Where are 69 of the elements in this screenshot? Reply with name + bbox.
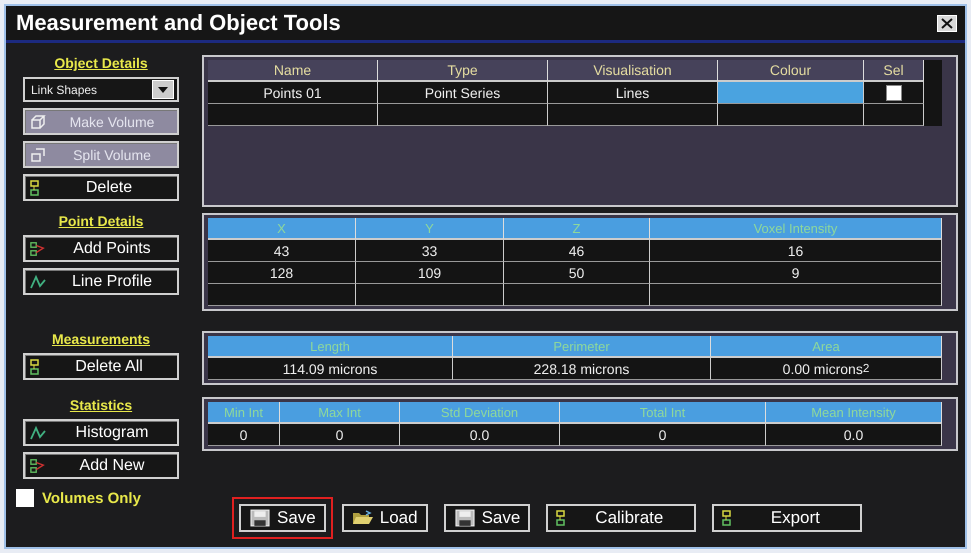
column-header: Length (208, 336, 453, 358)
checkbox[interactable] (16, 489, 34, 507)
footer-button[interactable]: Save (444, 504, 530, 532)
table-cell: 16 (650, 240, 942, 262)
column-header: Min Int (208, 402, 280, 424)
footer-button[interactable]: Save (239, 504, 326, 532)
table-cell: 0 (208, 424, 280, 446)
column-header: Max Int (280, 402, 400, 424)
close-button[interactable] (937, 14, 957, 32)
column-header: X (208, 218, 356, 240)
section-heading: Object Details (54, 55, 148, 71)
column-header: Type (378, 60, 548, 82)
column-header: Perimeter (453, 336, 711, 358)
table-cell: 9 (650, 262, 942, 284)
table-cell: 33 (356, 240, 504, 262)
footer-button[interactable]: Export (712, 504, 862, 532)
column-header: Std Deviation (400, 402, 560, 424)
table-cell: 114.09 microns (208, 358, 453, 380)
column-header: Area (711, 336, 942, 358)
wave-icon (30, 274, 46, 290)
tool-button[interactable]: Add Points (23, 235, 179, 262)
select-checkbox[interactable] (886, 84, 902, 100)
section-heading: Measurements (52, 331, 150, 347)
table-cell: Points 01 (208, 82, 378, 104)
tool-button[interactable]: Add New (23, 452, 179, 479)
nodes-icon (722, 510, 732, 526)
window-title: Measurement and Object Tools (16, 10, 341, 36)
table-cell: Lines (548, 82, 718, 104)
section-heading: Point Details (58, 213, 144, 229)
table-cell: 128 (208, 262, 356, 284)
shape-dropdown[interactable]: Link Shapes (23, 77, 179, 102)
caret-icon (158, 86, 168, 92)
section-heading: Statistics (70, 397, 132, 413)
column-header: Colour (718, 60, 864, 82)
checkbox-label: Volumes Only (42, 490, 141, 506)
wave-icon (30, 424, 46, 440)
column-header: Mean Intensity (766, 402, 942, 424)
column-header: Z (504, 218, 650, 240)
table-cell: 0.0 (400, 424, 560, 446)
nodes-icon (30, 358, 40, 374)
column-header: Voxel Intensity (650, 218, 942, 240)
folder-icon (352, 509, 374, 527)
table-cell: 0.0 (766, 424, 942, 446)
table-cell: 109 (356, 262, 504, 284)
table-cell: 228.18 microns (453, 358, 711, 380)
table-cell: 0 (280, 424, 400, 446)
nodes-icon (30, 458, 46, 474)
table-cell: Point Series (378, 82, 548, 104)
tool-button[interactable]: Delete (23, 174, 179, 201)
table-cell: 46 (504, 240, 650, 262)
footer-button[interactable]: Load (342, 504, 428, 532)
table-cell: 0 (560, 424, 766, 446)
column-header: Y (356, 218, 504, 240)
nodes-icon (30, 240, 46, 256)
tool-button[interactable]: Line Profile (23, 268, 179, 295)
nodes-icon (556, 510, 566, 526)
column-header: Visualisation (548, 60, 718, 82)
column-header: Sel (864, 60, 924, 82)
color-swatch[interactable] (718, 82, 864, 104)
table-cell: 43 (208, 240, 356, 262)
squares-icon (30, 146, 46, 162)
footer-button[interactable]: Calibrate (546, 504, 696, 532)
table-cell: 50 (504, 262, 650, 284)
tool-button[interactable]: Histogram (23, 419, 179, 446)
tool-button[interactable]: Delete All (23, 353, 179, 380)
column-header: Total Int (560, 402, 766, 424)
cube-icon (30, 114, 46, 130)
nodes-icon (30, 180, 40, 196)
column-header: Name (208, 60, 378, 82)
